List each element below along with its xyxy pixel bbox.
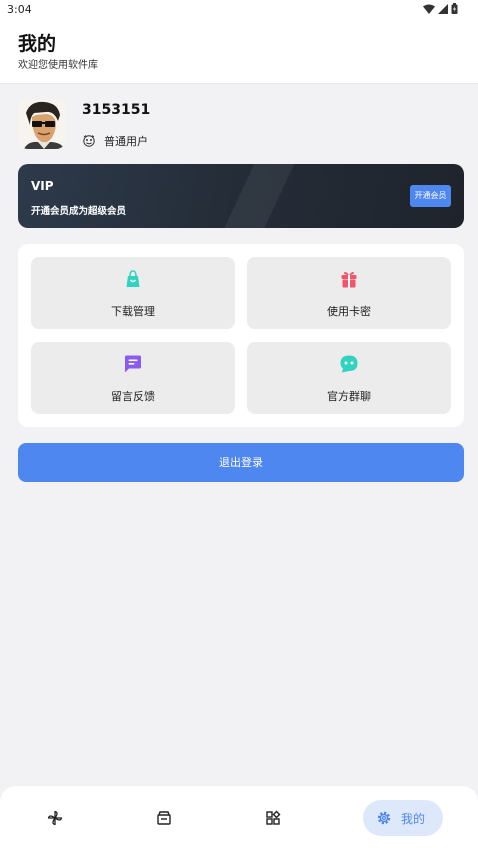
menu-item-label: 留言反馈: [111, 390, 155, 403]
menu-item-official-group[interactable]: 官方群聊: [247, 342, 451, 414]
nav-item-home[interactable]: [40, 800, 70, 836]
menu-item-label: 官方群聊: [327, 390, 371, 403]
wifi-icon: [423, 4, 435, 14]
page-subtitle: 欢迎您使用软件库: [18, 60, 98, 71]
settings-icon: [377, 811, 391, 825]
menu-item-download-manager[interactable]: 下载管理: [31, 257, 235, 329]
apps-icon: [266, 810, 281, 825]
gift-icon: [341, 271, 357, 288]
page-header: 我的 欢迎您使用软件库: [0, 20, 478, 84]
user-type-row: 普通用户: [82, 133, 148, 149]
status-icons: [423, 3, 458, 14]
message-icon: [125, 355, 141, 373]
chat-bot-icon: [340, 355, 358, 373]
menu-panel: 下载管理 使用卡密 留言反馈 官方群聊: [18, 244, 464, 427]
nav-item-label: 我的: [401, 812, 426, 826]
logout-button[interactable]: 退出登录: [18, 443, 464, 482]
nav-item-store[interactable]: [149, 800, 179, 836]
nav-item-mine[interactable]: 我的: [363, 800, 443, 836]
signal-icon: [438, 3, 448, 14]
user-type-icon: [83, 135, 95, 147]
bottom-nav: 我的: [0, 786, 478, 850]
store-icon: [157, 811, 171, 825]
vip-title: VIP: [31, 179, 54, 193]
status-bar: 3:04: [0, 0, 478, 20]
shopping-bag-icon: [126, 270, 140, 287]
vip-description: 开通会员成为超级会员: [31, 206, 127, 217]
user-type: 普通用户: [104, 135, 148, 148]
vip-card-decoration: [217, 164, 299, 228]
menu-item-label: 使用卡密: [327, 305, 371, 318]
nav-item-apps[interactable]: [258, 800, 288, 836]
pinwheel-icon: [47, 810, 63, 826]
battery-icon: [451, 3, 458, 14]
profile-section[interactable]: 3153151 普通用户: [18, 99, 458, 153]
menu-item-redeem-card[interactable]: 使用卡密: [247, 257, 451, 329]
menu-item-feedback[interactable]: 留言反馈: [31, 342, 235, 414]
menu-item-label: 下载管理: [111, 305, 155, 318]
avatar[interactable]: [18, 99, 66, 149]
user-id: 3153151: [82, 102, 151, 118]
status-time: 3:04: [7, 3, 32, 16]
open-vip-button[interactable]: 开通会员: [410, 185, 451, 207]
page-title: 我的: [18, 33, 57, 55]
vip-card[interactable]: VIP 开通会员成为超级会员 开通会员: [18, 164, 464, 228]
